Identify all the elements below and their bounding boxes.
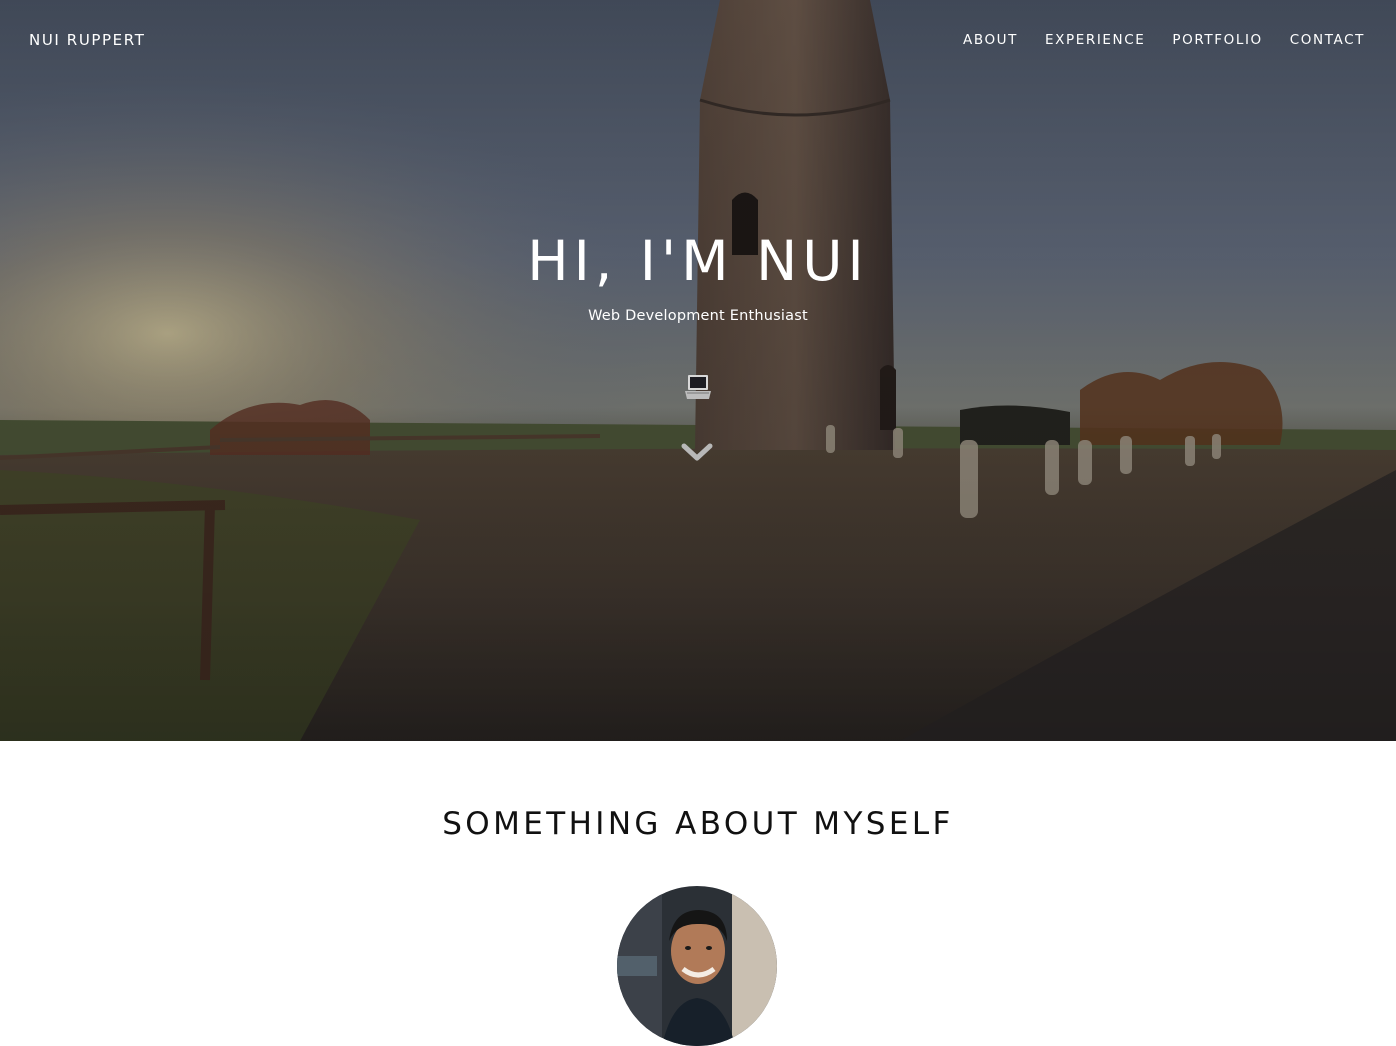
nav-link-about[interactable]: ABOUT xyxy=(963,32,1018,48)
nav-link-contact[interactable]: CONTACT xyxy=(1290,32,1365,48)
top-navigation: NUI RUPPERT ABOUT EXPERIENCE PORTFOLIO C… xyxy=(0,0,1396,82)
avatar-photo xyxy=(617,886,777,1046)
hero-background-image xyxy=(0,0,1396,741)
avatar xyxy=(617,886,777,1046)
hero-section: NUI RUPPERT ABOUT EXPERIENCE PORTFOLIO C… xyxy=(0,0,1396,741)
hero-subtitle: Web Development Enthusiast xyxy=(588,308,808,324)
brand-logo-link[interactable]: NUI RUPPERT xyxy=(29,31,145,49)
nav-link-experience[interactable]: EXPERIENCE xyxy=(1045,32,1145,48)
hero-title: HI, I'M NUI xyxy=(527,229,869,293)
scroll-down-button[interactable] xyxy=(680,440,714,466)
chevron-down-icon xyxy=(681,443,713,461)
nav-links: ABOUT EXPERIENCE PORTFOLIO CONTACT xyxy=(963,32,1365,48)
nav-link-portfolio[interactable]: PORTFOLIO xyxy=(1172,32,1262,48)
laptop-icon xyxy=(685,375,711,399)
about-section: SOMETHING ABOUT MYSELF xyxy=(0,741,1396,1046)
about-title: SOMETHING ABOUT MYSELF xyxy=(442,806,954,842)
